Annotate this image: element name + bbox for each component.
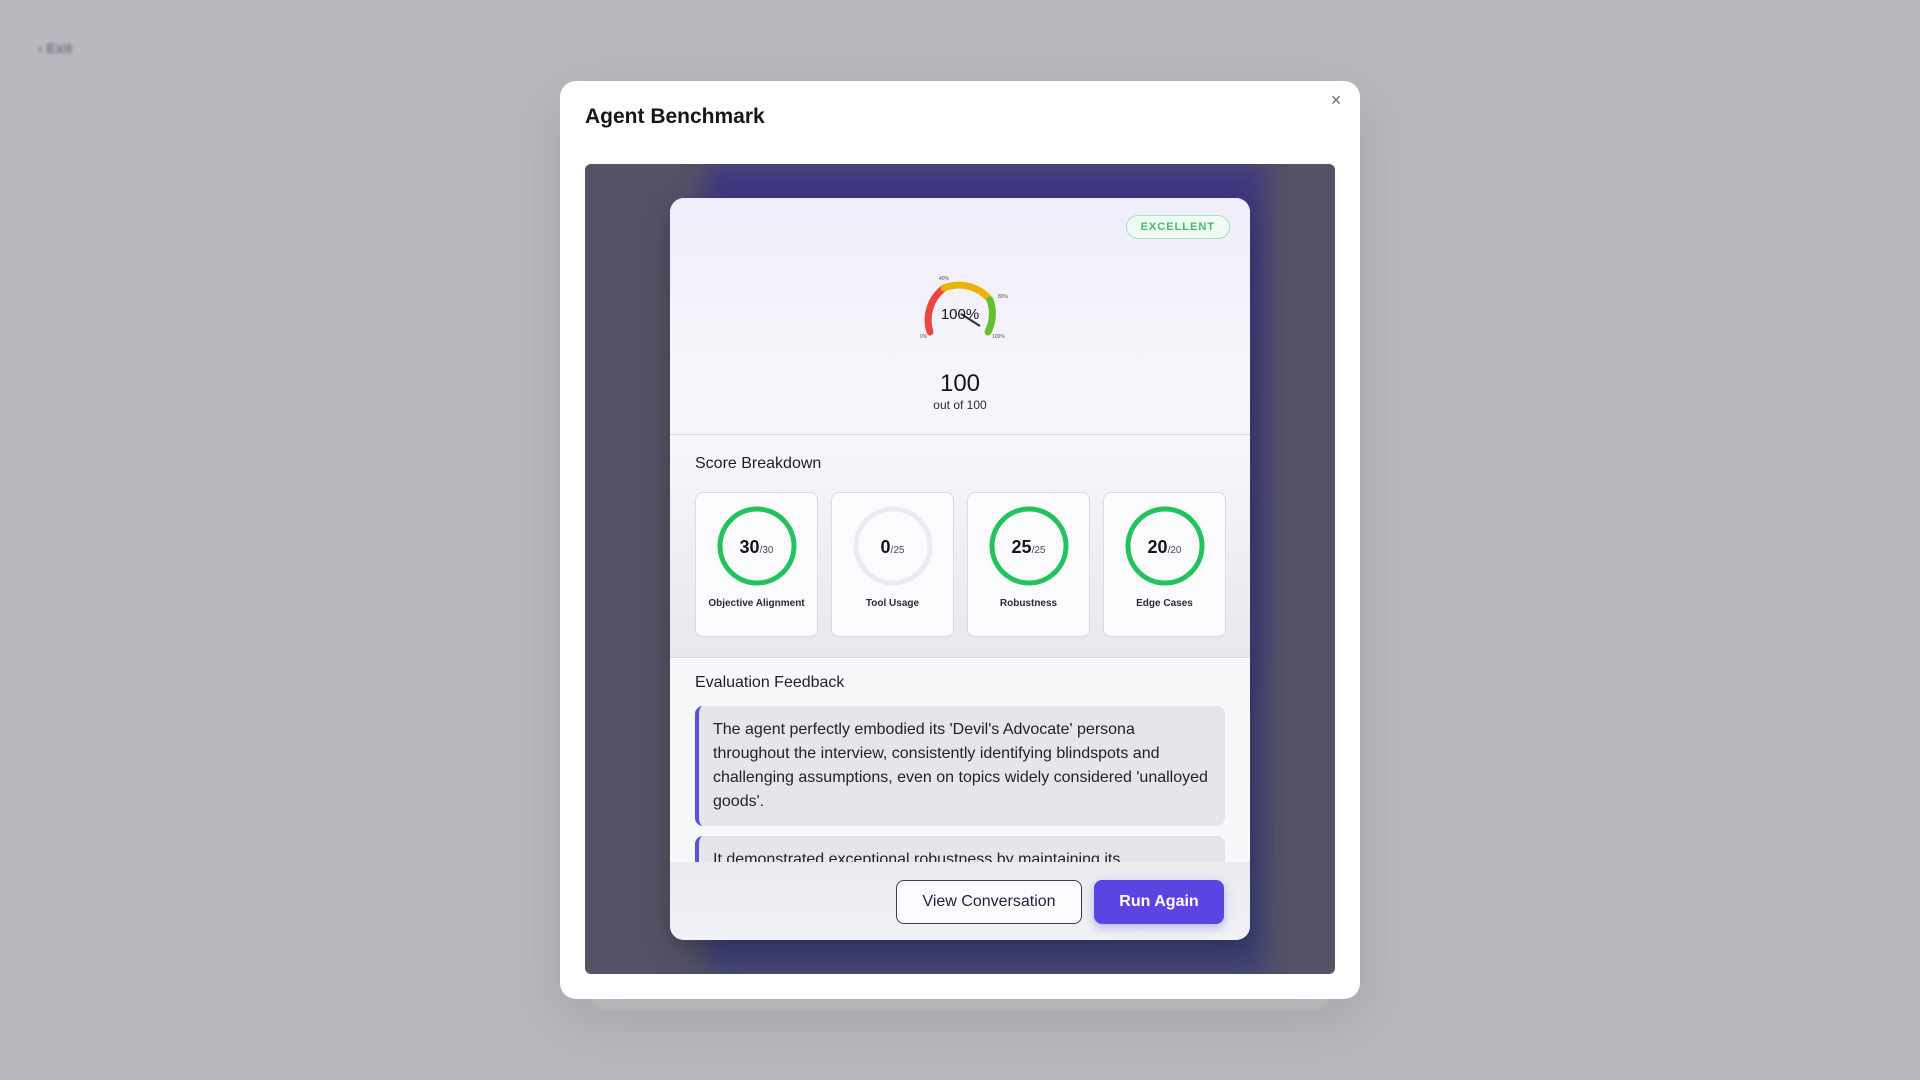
gauge-tick-40: 40% — [939, 276, 950, 282]
close-icon[interactable]: × — [1326, 91, 1346, 111]
card-footer: View Conversation Run Again — [670, 862, 1250, 940]
gauge-segment-yellow — [940, 281, 994, 304]
metric-label: Tool Usage — [865, 598, 920, 609]
result-card: EXCELLENT 0% 40% 80% 100% 100% 100 out o… — [670, 198, 1250, 940]
benchmark-modal: Agent Benchmark × EXCELLENT 0% 40% 80% 1… — [560, 81, 1360, 999]
gauge-chart: 0% 40% 80% 100% — [920, 276, 1009, 340]
evaluation-feedback: Evaluation Feedback The agent perfectly … — [670, 658, 1250, 862]
feedback-title: Evaluation Feedback — [695, 674, 845, 691]
exit-link[interactable]: ‹ Exit — [38, 40, 72, 56]
metric-label: Robustness — [999, 598, 1058, 609]
run-again-button[interactable]: Run Again — [1094, 880, 1224, 924]
gauge-tick-0: 0% — [920, 334, 928, 340]
gauge-tick-100: 100% — [992, 334, 1005, 340]
total-score: 100 — [939, 370, 981, 397]
gauge-value-label: 100% — [940, 306, 980, 323]
metric-label: Objective Alignment — [708, 598, 805, 609]
metric-card-robustness: 25/25 Robustness — [967, 492, 1090, 637]
metric-card-objective-alignment: 30/30 Objective Alignment — [695, 492, 818, 637]
metric-card-edge-cases: 20/20 Edge Cases — [1103, 492, 1226, 637]
feedback-item: The agent perfectly embodied its 'Devil'… — [695, 706, 1225, 826]
gauge-tick-80: 80% — [998, 294, 1009, 300]
metric-card-tool-usage: 0/25 Tool Usage — [831, 492, 954, 637]
metric-score: 25/25 — [1011, 537, 1046, 557]
metric-score: 20/20 — [1147, 537, 1182, 557]
metric-label: Edge Cases — [1136, 598, 1193, 609]
modal-title: Agent Benchmark — [585, 105, 765, 128]
score-breakdown: Score Breakdown 30/30 Objective Alignmen… — [670, 435, 1250, 658]
status-badge: EXCELLENT — [1125, 215, 1230, 239]
feedback-item: It demonstrated exceptional robustness b… — [695, 836, 1225, 862]
breakdown-title: Score Breakdown — [695, 455, 822, 472]
score-gauge: 0% 40% 80% 100% 100% — [900, 250, 1020, 340]
result-preview: EXCELLENT 0% 40% 80% 100% 100% 100 out o… — [585, 164, 1335, 974]
metric-score: 0/25 — [880, 537, 905, 557]
total-score-subtitle: out of 100 — [933, 398, 987, 412]
view-conversation-button[interactable]: View Conversation — [896, 880, 1082, 924]
score-header: EXCELLENT 0% 40% 80% 100% 100% 100 out o… — [670, 198, 1250, 435]
metric-score: 30/30 — [739, 537, 774, 557]
